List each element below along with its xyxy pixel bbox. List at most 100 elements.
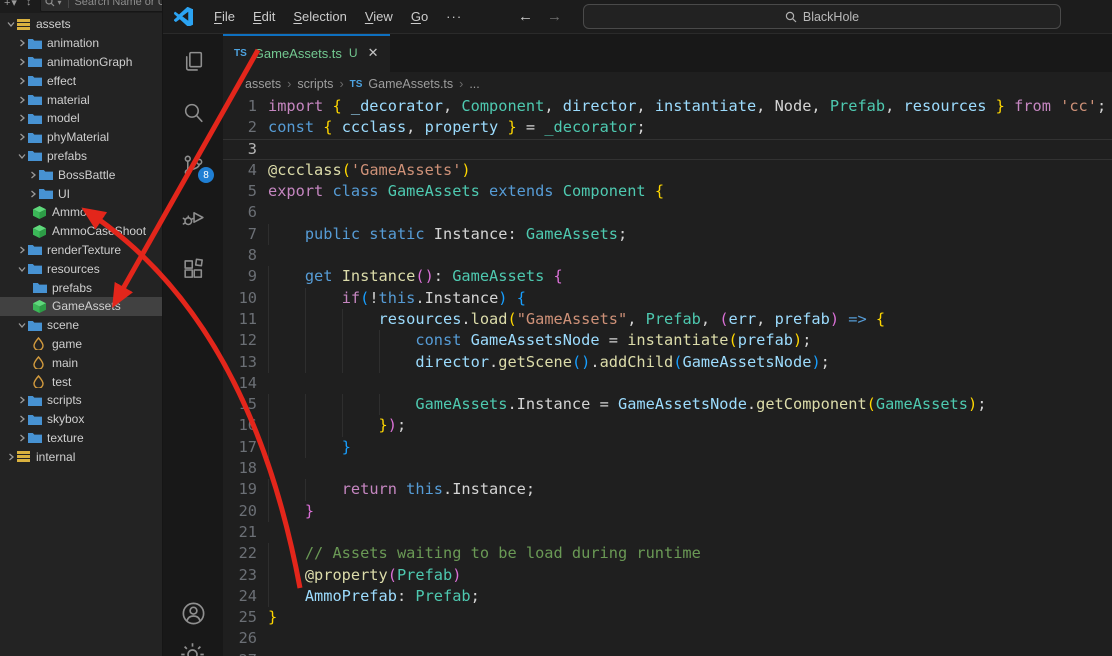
- tree-item-UI[interactable]: UI: [0, 184, 162, 203]
- sort-assets-button[interactable]: ↕: [26, 0, 33, 8]
- chevron-icon[interactable]: [16, 58, 28, 66]
- tab-gameassets[interactable]: TS GameAssets.ts U ✕: [223, 34, 390, 72]
- tree-item-test[interactable]: test: [0, 372, 162, 391]
- tree-item-game[interactable]: game: [0, 335, 162, 354]
- tree-item-animation[interactable]: animation: [0, 34, 162, 53]
- menu-go[interactable]: Go: [402, 9, 437, 24]
- tree-item-prefabs[interactable]: prefabs: [0, 278, 162, 297]
- tree-item-GameAssets[interactable]: GameAssets: [0, 297, 162, 316]
- menu-overflow-button[interactable]: ···: [437, 9, 471, 24]
- chevron-icon[interactable]: [16, 321, 28, 329]
- menu-view[interactable]: View: [356, 9, 402, 24]
- tree-item-effect[interactable]: effect: [0, 71, 162, 90]
- tree-item-resources[interactable]: resources: [0, 259, 162, 278]
- run-debug-icon[interactable]: [179, 203, 207, 231]
- code-line-2[interactable]: 2const { ccclass, property } = _decorato…: [223, 117, 1112, 138]
- code-line-8[interactable]: 8: [223, 245, 1112, 266]
- code-line-16[interactable]: 16 });: [223, 415, 1112, 436]
- vscode-logo-icon[interactable]: [174, 7, 193, 26]
- code-line-11[interactable]: 11 resources.load("GameAssets", Prefab, …: [223, 309, 1112, 330]
- breadcrumb-item[interactable]: scripts: [297, 77, 333, 91]
- code-line-19[interactable]: 19 return this.Instance;: [223, 479, 1112, 500]
- code-line-6[interactable]: 6: [223, 202, 1112, 223]
- tree-item-AmmoCaseShoot[interactable]: AmmoCaseShoot: [0, 222, 162, 241]
- code-line-13[interactable]: 13 director.getScene().addChild(GameAsse…: [223, 352, 1112, 373]
- chevron-icon[interactable]: [16, 396, 28, 404]
- line-number: 16: [223, 415, 257, 436]
- indent-guide: [305, 288, 306, 309]
- tree-item-skybox[interactable]: skybox: [0, 410, 162, 429]
- tree-item-internal[interactable]: internal: [0, 447, 162, 466]
- tree-item-scripts[interactable]: scripts: [0, 391, 162, 410]
- tree-item-assets[interactable]: assets: [0, 15, 162, 34]
- tree-item-material[interactable]: material: [0, 90, 162, 109]
- menu-file[interactable]: File: [205, 9, 244, 24]
- folder-icon: [39, 188, 54, 199]
- tree-item-renderTexture[interactable]: renderTexture: [0, 241, 162, 260]
- tree-item-label: Ammo: [52, 205, 87, 219]
- code-line-21[interactable]: 21: [223, 522, 1112, 543]
- tree-item-scene[interactable]: scene: [0, 316, 162, 335]
- settings-gear-icon[interactable]: [179, 641, 206, 656]
- create-asset-button[interactable]: +▾: [4, 0, 18, 9]
- code-editor[interactable]: 1import { _decorator, Component, directo…: [223, 96, 1112, 656]
- breadcrumb-item[interactable]: ...: [469, 77, 479, 91]
- close-icon[interactable]: ✕: [368, 45, 379, 61]
- menu-selection[interactable]: Selection: [284, 9, 355, 24]
- chevron-icon[interactable]: [16, 434, 28, 442]
- tree-item-main[interactable]: main: [0, 353, 162, 372]
- code-line-12[interactable]: 12 const GameAssetsNode = instantiate(pr…: [223, 330, 1112, 351]
- chevron-icon[interactable]: [16, 415, 28, 423]
- code-line-7[interactable]: 7 public static Instance: GameAssets;: [223, 224, 1112, 245]
- asset-search-input[interactable]: ▾ Search Name or UUID: [40, 0, 162, 12]
- explorer-icon[interactable]: [179, 47, 207, 75]
- breadcrumb-item[interactable]: assets: [245, 77, 281, 91]
- tree-item-animationGraph[interactable]: animationGraph: [0, 53, 162, 72]
- code-line-22[interactable]: 22 // Assets waiting to be load during r…: [223, 543, 1112, 564]
- chevron-icon[interactable]: [16, 265, 28, 273]
- code-line-27[interactable]: 27: [223, 650, 1112, 656]
- chevron-icon[interactable]: [5, 453, 17, 461]
- code-line-9[interactable]: 9 get Instance(): GameAssets {: [223, 266, 1112, 287]
- search-filter-caret-icon[interactable]: ▾: [57, 0, 61, 7]
- source-control-icon[interactable]: 8: [179, 151, 207, 179]
- search-icon[interactable]: [179, 99, 207, 127]
- tree-item-Ammo[interactable]: Ammo: [0, 203, 162, 222]
- chevron-icon[interactable]: [16, 39, 28, 47]
- chevron-icon[interactable]: [16, 77, 28, 85]
- chevron-icon[interactable]: [27, 190, 39, 198]
- chevron-icon[interactable]: [16, 246, 28, 254]
- code-line-26[interactable]: 26: [223, 628, 1112, 649]
- tree-item-BossBattle[interactable]: BossBattle: [0, 165, 162, 184]
- code-line-3[interactable]: 3: [223, 139, 1112, 160]
- command-center[interactable]: BlackHole: [583, 4, 1061, 29]
- code-line-24[interactable]: 24 AmmoPrefab: Prefab;: [223, 586, 1112, 607]
- chevron-icon[interactable]: [27, 171, 39, 179]
- nav-back-button[interactable]: ←: [518, 8, 533, 25]
- code-line-4[interactable]: 4@ccclass('GameAssets'): [223, 160, 1112, 181]
- chevron-icon[interactable]: [16, 152, 28, 160]
- chevron-icon[interactable]: [16, 133, 28, 141]
- extensions-icon[interactable]: [179, 255, 207, 283]
- code-line-20[interactable]: 20 }: [223, 501, 1112, 522]
- code-line-25[interactable]: 25}: [223, 607, 1112, 628]
- tree-item-phyMaterial[interactable]: phyMaterial: [0, 128, 162, 147]
- code-line-5[interactable]: 5export class GameAssets extends Compone…: [223, 181, 1112, 202]
- tree-item-texture[interactable]: texture: [0, 429, 162, 448]
- chevron-icon[interactable]: [16, 96, 28, 104]
- chevron-icon[interactable]: [5, 20, 17, 28]
- code-line-10[interactable]: 10 if(!this.Instance) {: [223, 288, 1112, 309]
- code-line-14[interactable]: 14: [223, 373, 1112, 394]
- code-line-17[interactable]: 17 }: [223, 437, 1112, 458]
- tree-item-model[interactable]: model: [0, 109, 162, 128]
- breadcrumb-item[interactable]: GameAssets.ts: [368, 77, 453, 91]
- code-line-15[interactable]: 15 GameAssets.Instance = GameAssetsNode.…: [223, 394, 1112, 415]
- code-line-18[interactable]: 18: [223, 458, 1112, 479]
- chevron-icon[interactable]: [16, 114, 28, 122]
- account-icon[interactable]: [179, 599, 207, 627]
- nav-forward-button[interactable]: →: [547, 8, 562, 25]
- menu-edit[interactable]: Edit: [244, 9, 284, 24]
- code-line-23[interactable]: 23 @property(Prefab): [223, 565, 1112, 586]
- code-line-1[interactable]: 1import { _decorator, Component, directo…: [223, 96, 1112, 117]
- tree-item-prefabs[interactable]: prefabs: [0, 147, 162, 166]
